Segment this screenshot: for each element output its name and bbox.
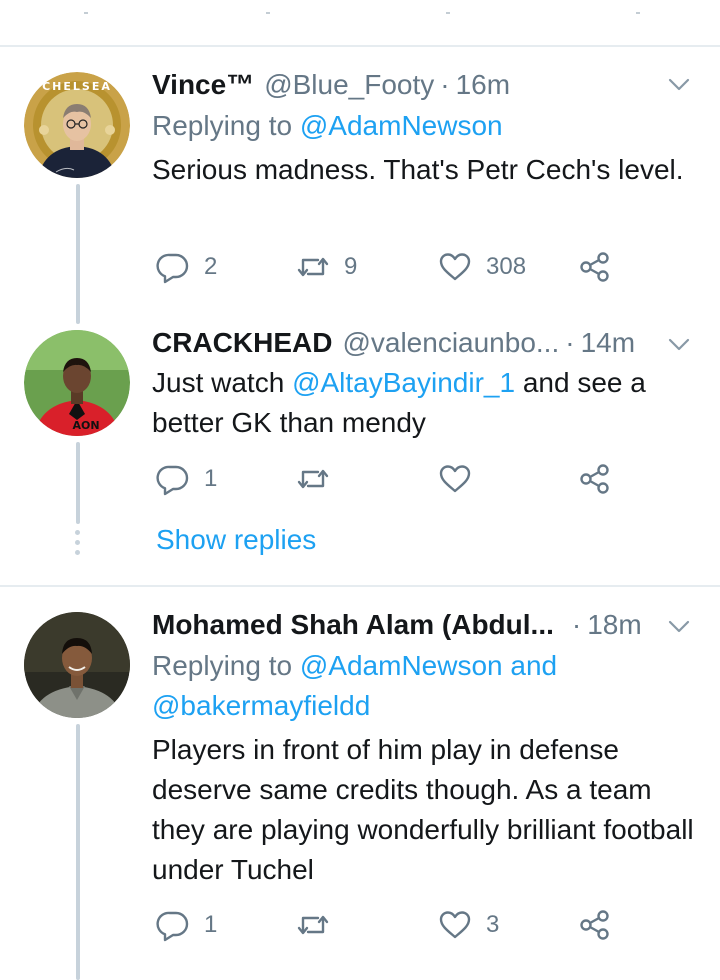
mention-link[interactable]: @AdamNewson <box>300 110 503 141</box>
show-replies-link[interactable]: Show replies <box>156 524 316 556</box>
tweet-text: Players in front of him play in defense … <box>152 734 694 885</box>
chevron-down-icon[interactable] <box>666 613 692 639</box>
separator-dot: · <box>565 327 575 358</box>
retweet-count: 9 <box>344 253 358 280</box>
replying-to: Replying to @AdamNewson <box>152 106 503 146</box>
reply-button[interactable]: 1 <box>156 908 217 942</box>
like-count: 3 <box>486 911 500 938</box>
display-name[interactable]: Mohamed Shah Alam (Abdul... <box>152 609 554 641</box>
share-icon <box>578 250 612 284</box>
replying-to: Replying to @AdamNewson and <box>152 646 557 686</box>
chevron-down-icon[interactable] <box>666 71 692 97</box>
share-button[interactable] <box>578 250 612 284</box>
share-icon <box>578 908 612 942</box>
reply-count: 1 <box>204 911 218 938</box>
thread-line <box>76 724 80 980</box>
reply-icon <box>156 462 190 496</box>
thread-line <box>76 442 80 524</box>
like-count: 308 <box>486 253 527 280</box>
tweet-text-start: Just watch <box>152 367 293 398</box>
avatar[interactable] <box>24 612 130 718</box>
timestamp[interactable]: 18m <box>587 609 641 641</box>
reply-count: 1 <box>204 465 218 492</box>
share-button[interactable] <box>578 462 612 496</box>
previous-tweet-actions-stub <box>0 0 720 18</box>
retweet-icon <box>296 908 330 942</box>
mention-link[interactable]: @AltayBayindir_1 <box>292 367 515 398</box>
timestamp[interactable]: 16m <box>456 69 510 101</box>
retweet-icon <box>296 462 330 496</box>
reply-button[interactable]: 1 <box>156 462 217 496</box>
chevron-down-icon[interactable] <box>666 331 692 357</box>
thread-dots <box>75 530 81 560</box>
reply-icon <box>156 908 190 942</box>
retweet-button[interactable]: 9 <box>296 250 357 284</box>
replying-to-continued: @bakermayfieldd <box>152 686 370 726</box>
replying-to-label: Replying to <box>152 110 293 141</box>
like-button[interactable]: 308 <box>438 250 526 284</box>
retweet-button[interactable] <box>296 462 330 496</box>
like-button[interactable]: 3 <box>438 908 499 942</box>
tweet-text: Just watch @AltayBayindir_1 and see a be… <box>152 363 700 443</box>
user-handle[interactable]: @Blue_Footy <box>264 69 434 101</box>
retweet-icon <box>296 250 330 284</box>
tweet-header: Vince™ @Blue_Footy · 16m <box>152 67 510 103</box>
separator-dot: · <box>440 69 450 100</box>
avatar[interactable]: CHELSEA <box>24 72 130 178</box>
reply-count: 2 <box>204 253 218 280</box>
like-button[interactable] <box>438 462 472 496</box>
mention-link[interactable]: @bakermayfieldd <box>152 690 370 721</box>
heart-icon <box>438 908 472 942</box>
mention-link[interactable]: @AdamNewson and <box>300 650 557 681</box>
heart-icon <box>438 250 472 284</box>
retweet-button[interactable] <box>296 908 330 942</box>
avatar[interactable]: AON <box>24 330 130 436</box>
tweet-header: Mohamed Shah Alam (Abdul... · 18m <box>152 607 642 643</box>
user-handle[interactable]: @valenciaunbo... <box>342 327 559 359</box>
reply-icon <box>156 250 190 284</box>
tweet-text: Serious madness. That's Petr Cech's leve… <box>152 154 684 185</box>
separator-dot: · <box>571 609 582 640</box>
timestamp[interactable]: 14m <box>581 327 635 359</box>
display-name[interactable]: Vince™ <box>152 69 254 101</box>
display-name[interactable]: CRACKHEAD <box>152 327 332 359</box>
tweet-header: CRACKHEAD @valenciaunbo... · 14m <box>152 325 642 361</box>
replying-to-label: Replying to <box>152 650 293 681</box>
reply-button[interactable]: 2 <box>156 250 217 284</box>
divider <box>0 45 720 47</box>
heart-icon <box>438 462 472 496</box>
divider <box>0 585 720 587</box>
svg-text:CHELSEA: CHELSEA <box>42 80 112 93</box>
thread-line <box>76 184 80 324</box>
svg-text:AON: AON <box>72 419 99 432</box>
share-icon <box>578 462 612 496</box>
share-button[interactable] <box>578 908 612 942</box>
